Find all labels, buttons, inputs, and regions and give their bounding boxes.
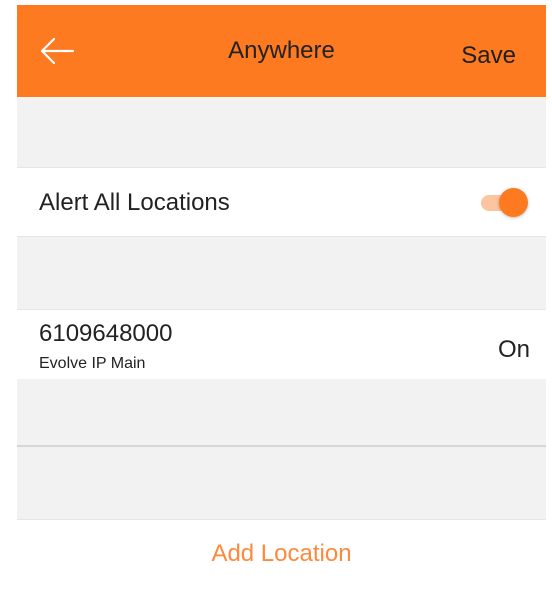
save-button[interactable]: Save	[461, 41, 516, 71]
location-name: Evolve IP Main	[39, 355, 146, 372]
toggle-thumb	[499, 188, 528, 217]
app-bar: Anywhere Save	[17, 5, 546, 97]
add-location-label: Add Location	[211, 540, 352, 567]
alert-all-locations-row: Alert All Locations	[17, 167, 546, 237]
anywhere-screen: Anywhere Save Alert All Locations 610964…	[17, 5, 546, 589]
add-location-button[interactable]: Add Location	[17, 519, 546, 589]
alert-all-locations-label: Alert All Locations	[39, 189, 230, 216]
location-status: On	[497, 336, 530, 363]
section-divider	[17, 445, 546, 447]
location-item[interactable]: 6109648000 Evolve IP Main On	[17, 309, 546, 379]
alert-all-locations-toggle[interactable]	[479, 187, 529, 217]
location-number: 6109648000	[39, 320, 173, 347]
